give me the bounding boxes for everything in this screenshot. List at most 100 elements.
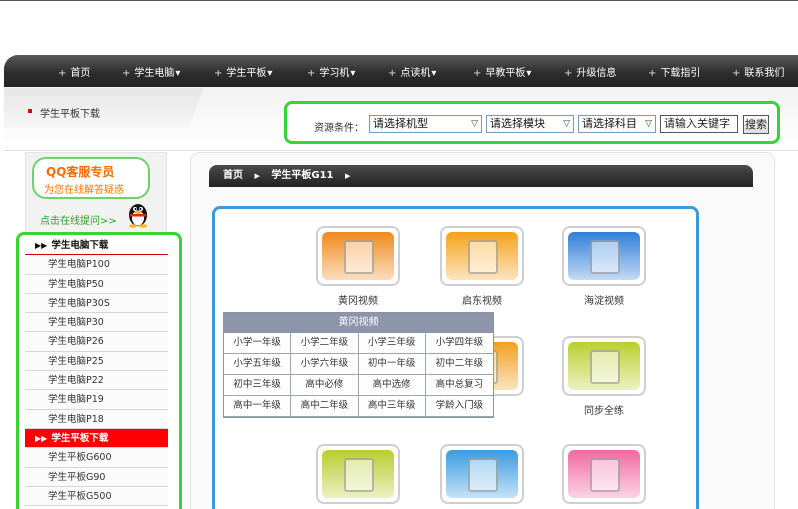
subject-select[interactable]: 请选择科目 ▽ [578,115,656,133]
resource-tile-label[interactable]: 启东视频 [440,292,524,307]
sidebar-item-label: 学生平板G90 [48,471,106,483]
qq-penguin-icon[interactable] [126,200,150,228]
tile-glyph [344,240,374,274]
grade-link[interactable]: 小学一年级 [224,333,292,354]
grade-link[interactable]: 高中必修 [291,375,359,396]
top-strip [0,0,798,40]
sidebar-item[interactable]: 学生电脑P50 [25,274,168,294]
search-button[interactable]: 搜索 [743,115,769,134]
breadcrumb-home[interactable]: 首页 [223,170,243,181]
nav-item-label: 学生平板 [226,68,267,79]
grade-link[interactable]: 学龄入门级 [425,396,493,417]
plus-icon: + [473,68,482,79]
sidebar-item-label: 学生电脑P50 [48,278,104,290]
model-select[interactable]: 请选择机型 ▽ [369,115,482,133]
books-stack-icon [568,450,640,498]
nav-item-label: 联系我们 [744,68,785,79]
red-book-icon [568,342,640,390]
sidebar-item[interactable]: 学生电脑P18 [25,409,168,429]
sidebar-item[interactable]: 学生电脑P22 [25,371,168,391]
double-arrow-icon: ▶▶ [35,241,48,250]
tile-glyph [590,240,620,274]
sidebar-item-label: 学生电脑P30 [48,317,104,329]
nav-item[interactable]: + 首页 [58,64,90,79]
qq-online-link[interactable]: 点击在线提问>> [40,212,117,227]
grade-link[interactable]: 小学三年级 [358,333,426,354]
grade-link[interactable]: 小学二年级 [291,333,359,354]
grade-link[interactable]: 小学四年级 [425,333,493,354]
grade-link[interactable]: 高中选修 [358,375,426,396]
resource-tile[interactable] [440,444,524,504]
nav-item[interactable]: + 点读机▾ [388,64,436,79]
section-title: 学生平板下载 [40,109,100,120]
caret-down-icon: ▾ [175,68,181,79]
nav-item-label: 升级信息 [576,68,617,79]
tile-glyph [590,458,620,492]
plus-icon: + [214,68,223,79]
nav-item[interactable]: + 学生电脑▾ [122,64,180,79]
nav-item[interactable]: + 早教平板▾ [473,64,531,79]
sidebar-category[interactable]: ▶▶ 学生电脑下载 [25,236,168,256]
nav-item[interactable]: + 联系我们 [732,64,784,79]
double-arrow-icon: ▶▶ [35,433,48,443]
grade-link[interactable]: 小学五年级 [224,354,292,375]
resource-tile-label[interactable]: 海淀视频 [562,292,646,307]
nav-item-label: 点读机 [400,68,431,79]
nav-item[interactable]: + 下载指引 [648,64,700,79]
grade-link[interactable]: 初中一年级 [358,354,426,375]
grade-link[interactable]: 高中二年级 [291,396,359,417]
sidebar-category[interactable]: ▶▶ 学生平板下载 [25,428,168,449]
triangle-right-icon: ▶ [344,172,351,180]
nav-item[interactable]: + 学生平板▾ [214,64,272,79]
grade-link[interactable]: 初中二年级 [425,354,493,375]
grade-link[interactable]: 小学六年级 [291,354,359,375]
grade-link[interactable]: 高中一年级 [224,396,292,417]
grade-link[interactable]: 高中三年级 [358,396,426,417]
sidebar-item[interactable]: 学生平板G500 [25,486,168,507]
pink-book-icon [446,232,518,280]
resource-tile[interactable] [316,444,400,504]
plus-icon: + [648,68,657,79]
sidebar-item-label: 学生电脑P19 [48,394,104,406]
resource-tile[interactable] [316,226,400,286]
tile-glyph [468,240,498,274]
caret-down-icon: ▾ [267,68,273,79]
nav-item-label: 下载指引 [660,68,701,79]
sidebar-item[interactable]: 学生电脑P30 [25,313,168,333]
chevron-down-icon: ▽ [471,119,478,129]
resource-tile[interactable] [440,226,524,286]
windows-icon [568,232,640,280]
sidebar-item-label: 学生平板G600 [48,452,112,464]
sidebar-item-label: 学生电脑下载 [51,240,109,251]
nav-item-label: 早教平板 [485,68,526,79]
keyword-input[interactable]: 请输入关键字 [660,115,738,133]
sidebar-item-label: 学生电脑P26 [48,336,104,348]
resource-tile-label[interactable]: 黄冈视频 [316,292,400,307]
sidebar-item[interactable]: 学生平板G90 [25,467,168,487]
nav-item[interactable]: + 学习机▾ [307,64,355,79]
resource-tile[interactable] [562,336,646,396]
sidebar-item[interactable]: 学生电脑P19 [25,390,168,410]
nav-item-label: 学习机 [319,68,350,79]
sidebar-item[interactable]: 学生电脑P25 [25,351,168,372]
sidebar-item[interactable]: 学生电脑P100 [25,255,168,275]
breadcrumb-current[interactable]: 学生平板G11 [271,170,333,181]
sidebar-item[interactable]: 学生电脑P30S [25,293,168,314]
plus-icon: + [388,68,397,79]
qq-subtitle: 为您在线解答疑惑 [44,185,124,196]
tile-glyph [344,458,374,492]
nav-item[interactable]: + 升级信息 [564,64,616,79]
module-select[interactable]: 请选择模块 ▽ [486,115,574,133]
grade-link[interactable]: 初中三年级 [224,375,292,396]
resource-tile[interactable] [562,444,646,504]
sidebar-item-label: 学生电脑P22 [48,375,104,387]
resource-tile[interactable] [562,226,646,286]
caret-down-icon: ▾ [431,68,437,79]
module-select-value: 请选择模块 [490,117,545,130]
grade-link[interactable]: 高中总复习 [425,375,493,396]
sidebar-item[interactable]: 学生平板G600 [25,448,168,468]
plus-icon: + [122,68,131,79]
resource-tile-label[interactable]: 同步全练 [562,402,646,417]
sidebar-item[interactable]: 学生电脑P26 [25,332,168,352]
tile-glyph [590,350,620,384]
